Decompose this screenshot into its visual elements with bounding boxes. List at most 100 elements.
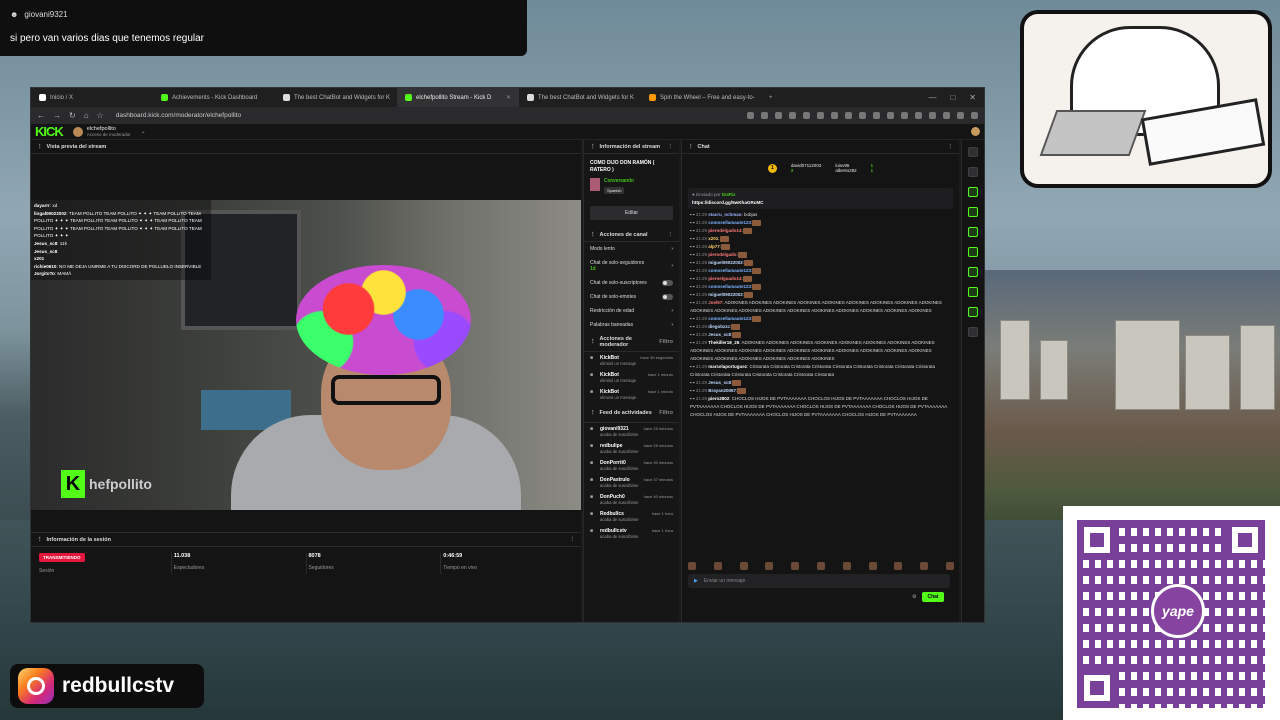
close-icon[interactable]: ✕ — [969, 93, 976, 102]
message-user[interactable]: miguel09022002 — [708, 260, 743, 265]
channel-switcher[interactable]: elchefpollito Acceso de moderador ⌄ — [72, 126, 146, 137]
move-icon[interactable]: ⋮ — [590, 144, 596, 150]
chevron-right-icon[interactable]: › — [671, 263, 673, 269]
channel-option[interactable]: Restricción de edad › — [584, 304, 679, 318]
extension-icon[interactable] — [943, 112, 950, 119]
minimize-icon[interactable]: — — [928, 93, 936, 102]
channel-option[interactable]: Chat de solo-seguidores 1d › — [584, 256, 679, 276]
rail-icon[interactable] — [968, 307, 978, 317]
message-user[interactable]: stacru_ochmao — [708, 212, 741, 217]
extension-icon[interactable] — [859, 112, 866, 119]
extension-icon[interactable] — [929, 112, 936, 119]
reload-icon[interactable]: ↻ — [69, 111, 76, 120]
video-player[interactable]: K hefpollito dayarrr: xd lingal09022002: … — [31, 200, 581, 510]
url-field[interactable]: dashboard.kick.com/moderator/elchefpolli… — [116, 112, 241, 119]
message-user[interactable]: pieroelguado14 — [708, 276, 741, 281]
maximize-icon[interactable]: □ — [950, 93, 955, 102]
channel-option[interactable]: Chat de solo-emotes — [584, 290, 679, 304]
tab-0[interactable]: Inicio / X — [31, 88, 153, 107]
bookmark-icon[interactable]: ☆ — [97, 111, 104, 120]
extension-icon[interactable] — [845, 112, 852, 119]
edit-button[interactable]: Editar — [590, 206, 673, 220]
channel-option[interactable]: Chat de solo-suscriptores — [584, 276, 679, 290]
toggle-switch[interactable] — [662, 280, 673, 286]
extension-icon[interactable] — [831, 112, 838, 119]
chat-input[interactable]: Enviar un mensaje — [704, 578, 745, 584]
rail-icon[interactable] — [968, 227, 978, 237]
rail-icon[interactable] — [968, 327, 978, 337]
chevron-right-icon[interactable]: › — [671, 322, 673, 328]
back-icon[interactable]: ← — [37, 111, 45, 120]
message-user[interactable]: comosellamaute123 — [708, 316, 751, 321]
forward-icon[interactable]: → — [53, 111, 61, 120]
rail-icon[interactable] — [968, 187, 978, 197]
extension-icon[interactable] — [775, 112, 782, 119]
filter-button[interactable]: Filtro — [659, 339, 673, 345]
message-user[interactable]: pierodelgado — [708, 252, 736, 257]
edit-icon[interactable] — [968, 167, 978, 177]
new-tab-icon[interactable]: + — [763, 95, 779, 101]
more-icon[interactable]: ⋮ — [570, 537, 576, 543]
more-icon[interactable]: ⋮ — [668, 144, 674, 150]
message-user[interactable]: Thekiller18_25 — [708, 340, 739, 345]
extension-icon[interactable] — [817, 112, 824, 119]
settings-icon[interactable]: ⚙ — [912, 594, 916, 600]
extension-icon[interactable] — [803, 112, 810, 119]
message-user[interactable]: miguel09022002 — [708, 292, 743, 297]
send-button[interactable]: Chat — [922, 592, 944, 602]
message-user[interactable]: pierodelgado14 — [708, 228, 741, 233]
move-icon[interactable]: ⋮ — [590, 232, 596, 238]
move-icon[interactable]: ⋮ — [590, 410, 596, 416]
avatar[interactable] — [971, 127, 980, 136]
emote-icon[interactable] — [713, 562, 722, 570]
message-user[interactable]: Jesus_sc8 — [708, 332, 731, 337]
message-user[interactable]: comosellamaute123 — [708, 220, 751, 225]
more-icon[interactable]: ⋮ — [668, 232, 674, 238]
pinned-link[interactable]: https://discord.gg/5wKhaGRcMC — [692, 200, 949, 205]
emote-icon[interactable] — [920, 562, 929, 570]
filter-button[interactable]: Filtro — [659, 410, 673, 416]
message-user[interactable]: Brayan20067 — [708, 388, 736, 393]
tab-2[interactable]: The best ChatBot and Widgets for K — [275, 88, 397, 107]
move-icon[interactable]: ⋮ — [37, 144, 43, 150]
close-tab-icon[interactable]: ✕ — [506, 94, 511, 101]
emote-icon[interactable] — [765, 562, 774, 570]
rail-icon[interactable] — [968, 287, 978, 297]
rail-icon[interactable] — [968, 267, 978, 277]
tab-4[interactable]: The best ChatBot and Widgets for K — [519, 88, 641, 107]
emote-icon[interactable] — [842, 562, 851, 570]
extension-icon[interactable] — [915, 112, 922, 119]
chevron-down-icon[interactable]: ⌄ — [141, 129, 146, 135]
chevron-right-icon[interactable]: › — [671, 246, 673, 252]
message-user[interactable]: comosellamaute123 — [708, 268, 751, 273]
category-name[interactable]: Conversando — [604, 178, 634, 184]
emote-icon[interactable] — [894, 562, 903, 570]
message-user[interactable]: x201 — [708, 236, 718, 241]
emote-icon[interactable] — [945, 562, 954, 570]
emote-icon[interactable] — [868, 562, 877, 570]
chat-input-box[interactable]: ▶ Enviar un mensaje — [688, 574, 950, 588]
tab-1[interactable]: Achievements - Kick Dashboard — [153, 88, 275, 107]
home-icon[interactable]: ⌂ — [84, 111, 89, 120]
message-user[interactable]: comosellamaute123 — [708, 284, 751, 289]
toggle-switch[interactable] — [662, 294, 673, 300]
message-user[interactable]: Joel57 — [708, 300, 722, 305]
extension-icon[interactable] — [789, 112, 796, 119]
channel-option[interactable]: Palabras baneadas › — [584, 318, 679, 332]
emote-icon[interactable] — [816, 562, 825, 570]
tab-3[interactable]: elchefpollito Stream - Kick D ✕ — [397, 88, 519, 107]
move-icon[interactable]: ⋮ — [688, 144, 694, 150]
move-icon[interactable]: ⋮ — [37, 537, 43, 543]
move-icon[interactable]: ⋮ — [590, 339, 596, 345]
command-icon[interactable]: ▶ — [694, 578, 698, 584]
message-user[interactable]: marcelaportuguez — [708, 364, 747, 369]
extension-icon[interactable] — [957, 112, 964, 119]
message-user[interactable]: alp77 — [708, 244, 720, 249]
message-user[interactable]: Jesus_sc8 — [708, 380, 731, 385]
kick-logo[interactable]: KICK — [35, 124, 64, 139]
info-icon[interactable] — [968, 147, 978, 157]
channel-option[interactable]: Modo lento › — [584, 242, 679, 256]
emote-icon[interactable] — [688, 562, 696, 570]
extension-icon[interactable] — [887, 112, 894, 119]
tab-5[interactable]: Spin the Wheel – Free and easy-to- — [641, 88, 763, 107]
